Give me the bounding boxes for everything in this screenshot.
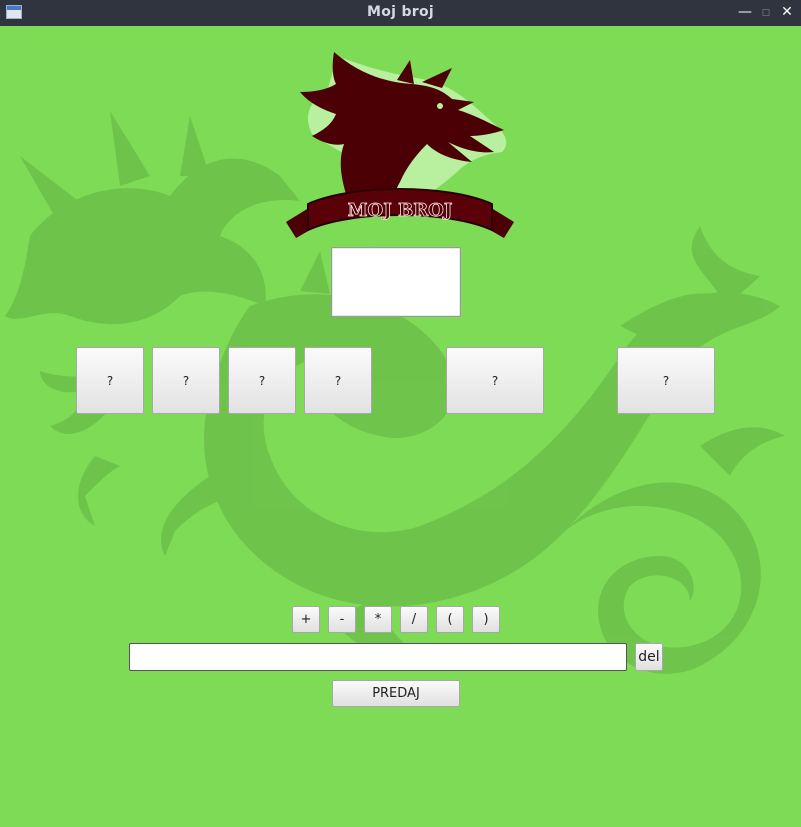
open-paren-button[interactable]: ( [436,606,464,633]
close-paren-button[interactable]: ) [472,606,500,633]
number-button-3[interactable]: ? [228,347,296,414]
number-button-1[interactable]: ? [76,347,144,414]
logo-banner-text: MOJ BROJ [348,200,453,221]
window-title: Moj broj [367,4,434,20]
expression-input[interactable] [129,643,627,671]
maximize-button[interactable]: ▫ [757,3,775,21]
multiply-button[interactable]: * [364,606,392,633]
large-number-button[interactable]: ? [617,347,715,414]
minus-button[interactable]: - [328,606,356,633]
minimize-button[interactable]: — [736,3,754,21]
divide-button[interactable]: / [400,606,428,633]
plus-button[interactable]: + [292,606,320,633]
dragon-logo-icon: MOJ BROJ [286,52,514,238]
close-button[interactable]: ✕ [778,3,796,21]
target-number-display [331,247,461,317]
medium-number-button[interactable]: ? [446,347,544,414]
submit-button[interactable]: PREDAJ [332,680,460,707]
number-button-2[interactable]: ? [152,347,220,414]
delete-button[interactable]: del [635,643,663,671]
number-button-4[interactable]: ? [304,347,372,414]
window-title-bar: Moj broj — ▫ ✕ [0,0,801,26]
